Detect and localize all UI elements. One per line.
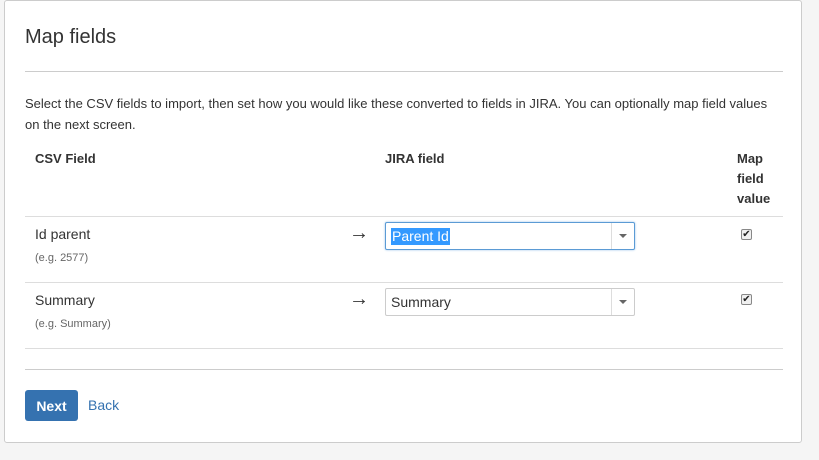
arrow-right-icon: →	[349, 222, 369, 244]
column-header-jira-field: JIRA field	[385, 151, 445, 166]
select-divider	[611, 289, 612, 315]
jira-field-select[interactable]: Parent Id	[385, 222, 635, 250]
select-divider	[611, 223, 612, 249]
back-link[interactable]: Back	[88, 397, 119, 413]
csv-field-name: Id parent	[35, 226, 91, 242]
table-bottom-divider	[25, 348, 783, 349]
title-divider	[25, 71, 783, 72]
column-header-map-line-1: Map	[737, 151, 763, 166]
description-text: Select the CSV fields to import, then se…	[25, 96, 768, 132]
column-header-csv-field: CSV Field	[35, 151, 96, 166]
csv-field-name: Summary	[35, 292, 95, 308]
jira-field-selected-value: Summary	[391, 294, 451, 310]
actions-divider	[25, 369, 783, 370]
page-title: Map fields	[25, 26, 117, 48]
jira-field-selected-value: Parent Id	[391, 228, 450, 245]
arrow-right-icon: →	[349, 288, 369, 310]
csv-field-example: (e.g. Summary)	[35, 318, 111, 330]
chevron-down-icon[interactable]	[619, 300, 627, 304]
jira-field-select[interactable]: Summary	[385, 288, 635, 316]
header-divider	[25, 216, 783, 217]
map-field-value-checkbox[interactable]: ✔	[741, 294, 752, 305]
map-fields-panel: Map fields Select the CSV fields to impo…	[4, 0, 802, 443]
chevron-down-icon[interactable]	[619, 234, 627, 238]
csv-field-example: (e.g. 2577)	[35, 252, 89, 264]
next-button[interactable]: Next	[25, 390, 78, 421]
column-header-map-line-3: value	[737, 191, 771, 206]
column-header-map-line-2: field	[737, 171, 764, 186]
map-field-value-checkbox[interactable]: ✔	[741, 229, 752, 240]
column-header-map-field-value: Map field value	[737, 149, 770, 209]
row-divider	[25, 282, 783, 283]
